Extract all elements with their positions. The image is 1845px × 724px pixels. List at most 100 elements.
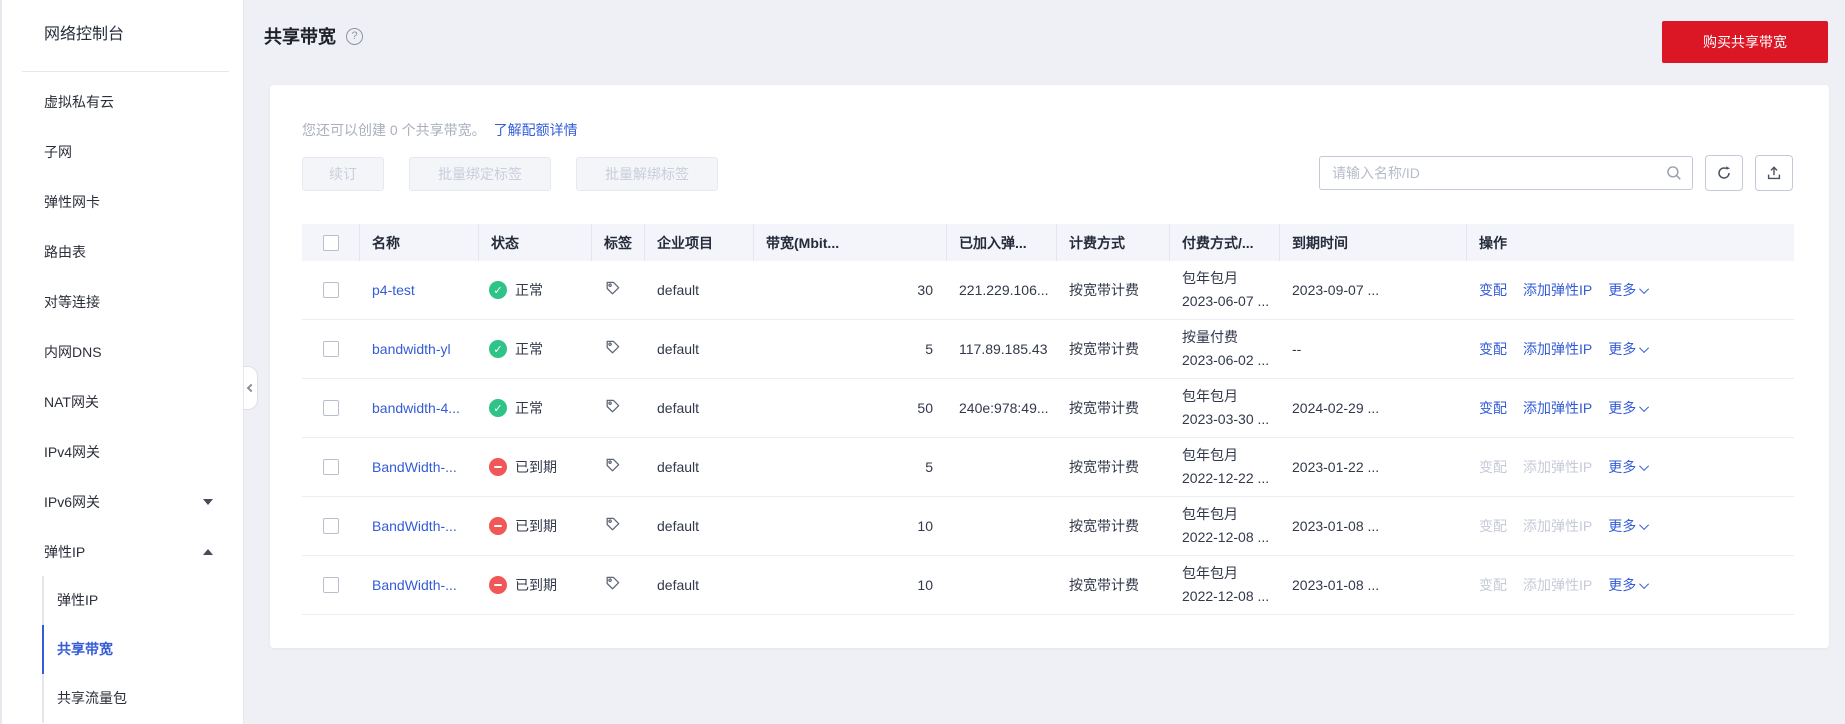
- sidebar-item-peering[interactable]: 对等连接: [2, 277, 243, 327]
- buy-shared-bandwidth-button[interactable]: 购买共享带宽: [1662, 21, 1828, 63]
- sidebar-title: 网络控制台: [44, 26, 125, 43]
- sidebar-item-ipv6-gateway[interactable]: IPv6网关: [2, 477, 243, 527]
- page-header: 共享带宽 ?: [264, 23, 363, 49]
- tag-icon[interactable]: [604, 575, 621, 592]
- table-body: p4-test ✓ 正常 default 30 221.229.106... 按…: [302, 261, 1794, 615]
- bandwidth-value: 50: [917, 400, 933, 416]
- export-button[interactable]: [1755, 155, 1793, 191]
- status-normal-icon: ✓: [489, 340, 507, 358]
- table-row: p4-test ✓ 正常 default 30 221.229.106... 按…: [302, 261, 1794, 320]
- sidebar-item-ipv4-gateway[interactable]: IPv4网关: [2, 427, 243, 477]
- row-checkbox[interactable]: [323, 459, 339, 475]
- payment-mode: 按量付费 2023-06-02 ...: [1182, 329, 1270, 368]
- bandwidth-name-link[interactable]: BandWidth-...: [372, 459, 457, 475]
- expiration-time: 2023-09-07 ...: [1292, 282, 1380, 298]
- row-checkbox[interactable]: [323, 400, 339, 416]
- col-name: 名称: [360, 224, 479, 261]
- tag-icon[interactable]: [604, 339, 621, 356]
- more-link[interactable]: 更多: [1608, 575, 1650, 595]
- sidebar-item-route-table[interactable]: 路由表: [2, 227, 243, 277]
- add-eip-link[interactable]: 添加弹性IP: [1523, 339, 1592, 359]
- more-link[interactable]: 更多: [1608, 516, 1650, 536]
- modify-link[interactable]: 变配: [1479, 339, 1507, 359]
- payment-mode: 包年包月 2022-12-08 ...: [1182, 565, 1270, 604]
- divider: [22, 71, 229, 72]
- sidebar-subitem-shared-data-package[interactable]: 共享流量包: [42, 674, 243, 723]
- more-link[interactable]: 更多: [1608, 280, 1650, 300]
- added-eip: 240e:978:49...: [959, 400, 1049, 416]
- search-input[interactable]: [1319, 156, 1693, 190]
- toolbar-actions: 续订 批量绑定标签 批量解绑标签: [302, 157, 718, 191]
- main-content: 共享带宽 ? 购买共享带宽 您还可以创建 0 个共享带宽。 了解配额详情 续订 批…: [244, 0, 1845, 724]
- sidebar-collapse-handle[interactable]: [244, 366, 258, 410]
- enterprise-project: default: [657, 577, 700, 593]
- modify-link[interactable]: 变配: [1479, 398, 1507, 418]
- bandwidth-value: 30: [917, 282, 933, 298]
- sidebar-item-eni[interactable]: 弹性网卡: [2, 177, 243, 227]
- table-row: BandWidth-... 已到期 default 10 按宽带计费 包年包月 …: [302, 556, 1794, 615]
- sidebar-item-eip[interactable]: 弹性IP: [2, 527, 243, 577]
- tag-icon[interactable]: [604, 398, 621, 415]
- row-checkbox[interactable]: [323, 577, 339, 593]
- tag-icon[interactable]: [604, 280, 621, 297]
- bandwidth-name-link[interactable]: bandwidth-4...: [372, 400, 460, 416]
- expiration-time: 2023-01-08 ...: [1292, 518, 1380, 534]
- modify-link[interactable]: 变配: [1479, 516, 1507, 536]
- expiration-time: 2023-01-08 ...: [1292, 577, 1380, 593]
- sidebar-subitem-eip[interactable]: 弹性IP: [42, 576, 243, 625]
- table-row: bandwidth-4... ✓ 正常 default 50 240e:978:…: [302, 379, 1794, 438]
- search-group: [1319, 155, 1793, 191]
- sidebar-item-subnet[interactable]: 子网: [2, 127, 243, 177]
- batch-bind-tags-button[interactable]: 批量绑定标签: [409, 157, 551, 191]
- status-expired-icon: [489, 517, 507, 535]
- col-billing-mode: 计费方式: [1057, 224, 1170, 261]
- sidebar-subitem-shared-bandwidth[interactable]: 共享带宽: [42, 625, 243, 674]
- chevron-down-icon: [1639, 401, 1650, 412]
- chevron-up-icon: [203, 549, 213, 555]
- row-operations: 变配 添加弹性IP 更多: [1467, 575, 1794, 595]
- bandwidth-value: 5: [925, 459, 933, 475]
- tag-icon[interactable]: [604, 516, 621, 533]
- enterprise-project: default: [657, 282, 700, 298]
- expiration-time: --: [1292, 341, 1302, 357]
- status-expired-icon: [489, 458, 507, 476]
- add-eip-link[interactable]: 添加弹性IP: [1523, 280, 1592, 300]
- row-checkbox[interactable]: [323, 282, 339, 298]
- sidebar-item-nat-gateway[interactable]: NAT网关: [2, 377, 243, 427]
- refresh-button[interactable]: [1705, 155, 1743, 191]
- batch-unbind-tags-button[interactable]: 批量解绑标签: [576, 157, 718, 191]
- modify-link[interactable]: 变配: [1479, 575, 1507, 595]
- more-link[interactable]: 更多: [1608, 457, 1650, 477]
- chevron-down-icon: [1639, 460, 1650, 471]
- col-payment-mode: 付费方式/...: [1170, 224, 1280, 261]
- add-eip-link[interactable]: 添加弹性IP: [1523, 398, 1592, 418]
- tag-icon[interactable]: [604, 457, 621, 474]
- chevron-down-icon: [1639, 283, 1650, 294]
- expiration-time: 2024-02-29 ...: [1292, 400, 1380, 416]
- bandwidth-name-link[interactable]: BandWidth-...: [372, 577, 457, 593]
- refresh-icon: [1718, 166, 1730, 179]
- help-icon[interactable]: ?: [346, 27, 363, 45]
- row-checkbox[interactable]: [323, 341, 339, 357]
- export-icon: [1767, 166, 1781, 180]
- sidebar-nav: 虚拟私有云 子网 弹性网卡 路由表 对等连接 内网DNS NAT网关 IPv4网…: [2, 77, 243, 577]
- add-eip-link[interactable]: 添加弹性IP: [1523, 457, 1592, 477]
- more-link[interactable]: 更多: [1608, 339, 1650, 359]
- bandwidth-name-link[interactable]: bandwidth-yl: [372, 341, 451, 357]
- more-link[interactable]: 更多: [1608, 398, 1650, 418]
- bandwidth-name-link[interactable]: p4-test: [372, 282, 415, 298]
- sidebar-item-private-dns[interactable]: 内网DNS: [2, 327, 243, 377]
- add-eip-link[interactable]: 添加弹性IP: [1523, 516, 1592, 536]
- modify-link[interactable]: 变配: [1479, 280, 1507, 300]
- quota-details-link[interactable]: 了解配额详情: [494, 122, 578, 138]
- select-all-checkbox[interactable]: [322, 234, 339, 251]
- row-operations: 变配 添加弹性IP 更多: [1467, 516, 1794, 536]
- table-row: bandwidth-yl ✓ 正常 default 5 117.89.185.4…: [302, 320, 1794, 379]
- renew-button[interactable]: 续订: [302, 157, 384, 191]
- row-checkbox[interactable]: [323, 518, 339, 534]
- bandwidth-table: 名称 状态 标签 企业项目 带宽(Mbit... 已加入弹... 计费方式 付费…: [302, 224, 1794, 615]
- add-eip-link[interactable]: 添加弹性IP: [1523, 575, 1592, 595]
- sidebar-item-vpc[interactable]: 虚拟私有云: [2, 77, 243, 127]
- bandwidth-name-link[interactable]: BandWidth-...: [372, 518, 457, 534]
- modify-link[interactable]: 变配: [1479, 457, 1507, 477]
